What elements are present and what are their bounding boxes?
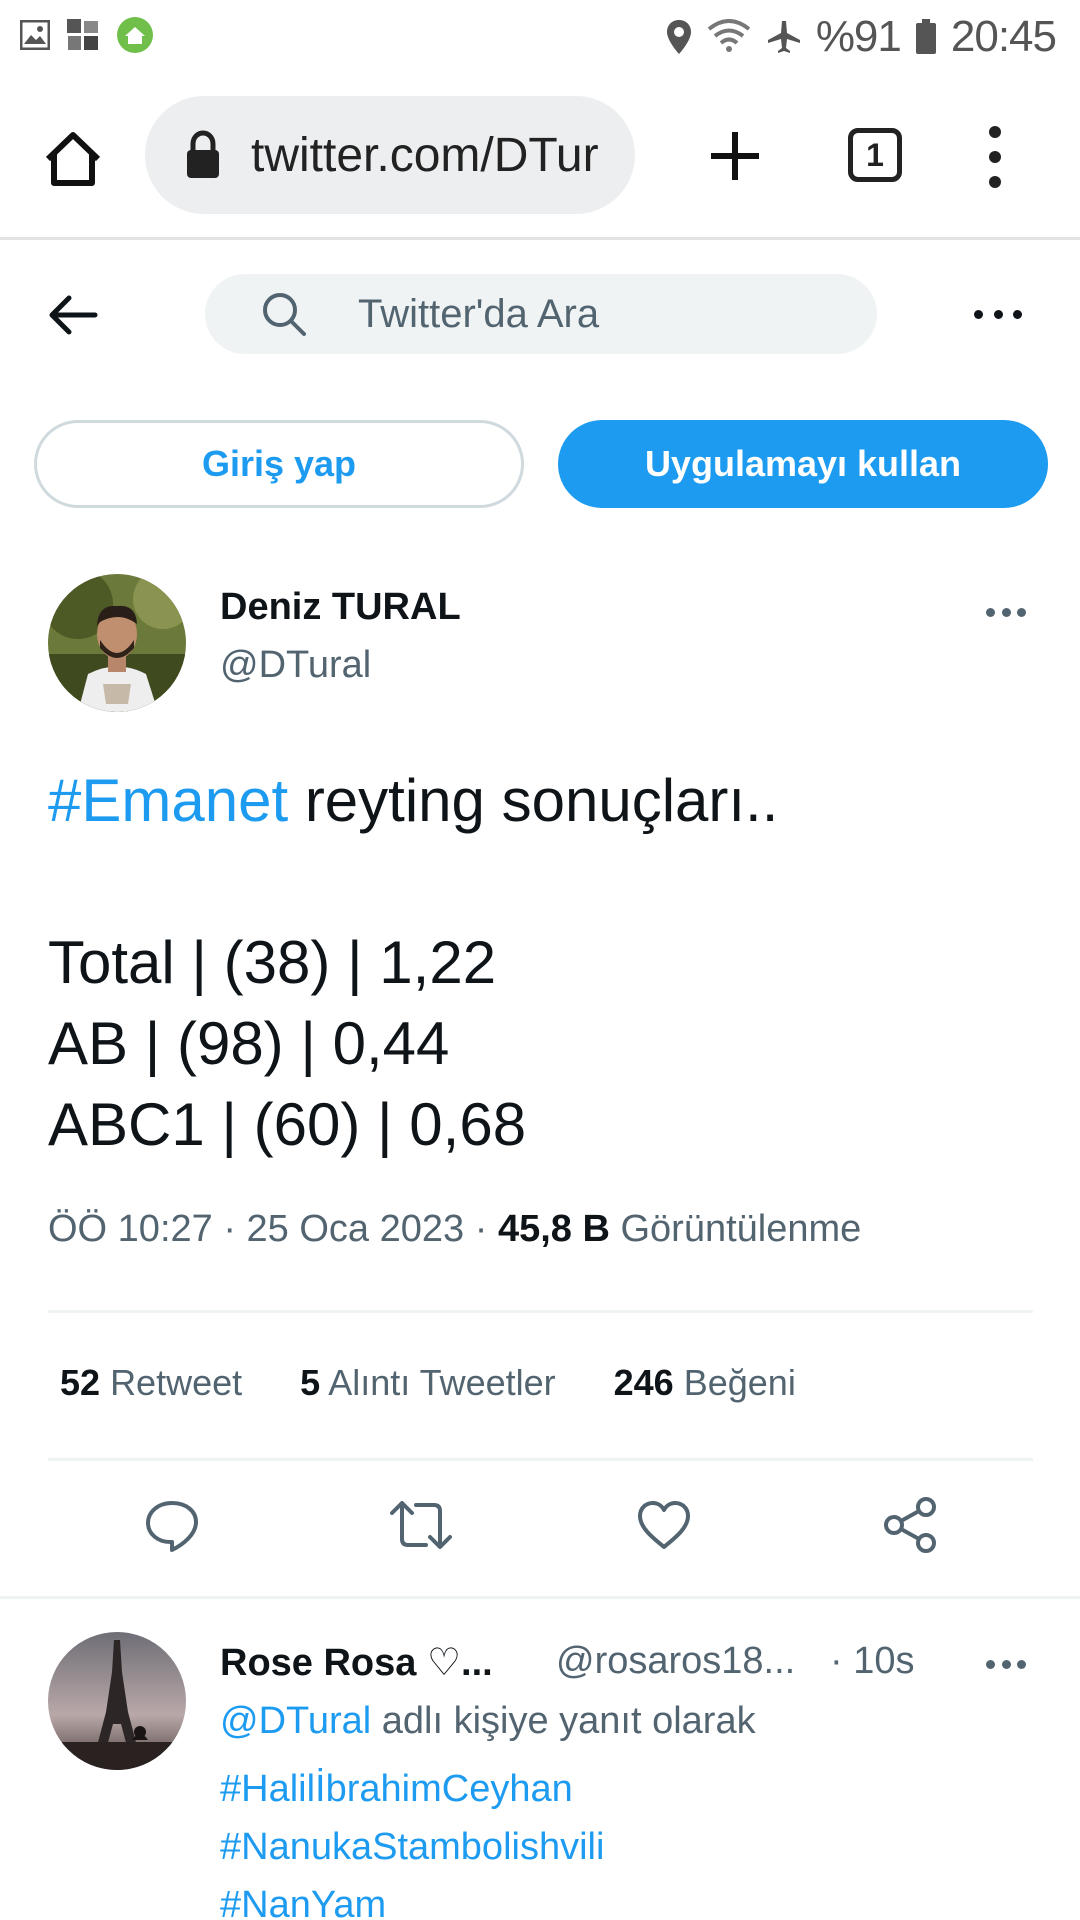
- author-avatar[interactable]: [48, 574, 186, 712]
- tweet-time[interactable]: ÖÖ 10:27: [48, 1208, 213, 1250]
- author-handle[interactable]: @DTural: [220, 644, 371, 687]
- tab-count: 1: [866, 136, 884, 173]
- tweet-actions: [48, 1495, 1033, 1565]
- search-bar[interactable]: [205, 274, 877, 354]
- mention-link[interactable]: @DTural: [220, 1700, 371, 1742]
- address-bar[interactable]: twitter.com/DTur: [145, 96, 635, 214]
- hashtag-link[interactable]: #Emanet: [48, 767, 288, 834]
- home-app-icon: [117, 17, 153, 53]
- divider: [48, 1310, 1033, 1313]
- more-dot: [993, 309, 1003, 319]
- tweet-headline-text: reyting sonuçları..: [288, 767, 779, 834]
- tweet-date[interactable]: 25 Oca 2023: [247, 1208, 465, 1250]
- like-button[interactable]: [634, 1495, 694, 1555]
- battery-percent: %91: [815, 12, 902, 61]
- url-text: twitter.com/DTur: [251, 128, 599, 182]
- use-app-button[interactable]: Uygulamayı kullan: [558, 420, 1048, 508]
- hashtag-link[interactable]: #NanukaStambolishvili: [220, 1818, 604, 1876]
- hashtag-link[interactable]: #HalilİbrahimCeyhan: [220, 1760, 604, 1818]
- tweet-line: AB | (98) | 0,44: [48, 1010, 450, 1077]
- location-icon: [666, 20, 691, 54]
- twitter-header: [0, 240, 1080, 390]
- mosaic-app-icon: [67, 19, 98, 50]
- more-dot: [1017, 1659, 1026, 1669]
- more-dot: [1001, 607, 1011, 617]
- tweet-line: ABC1 | (60) | 0,68: [48, 1091, 527, 1158]
- more-dot: [974, 309, 983, 319]
- tweet-body: #Emanet reyting sonuçları.. Total | (38)…: [48, 760, 1048, 1165]
- share-icon: [884, 1497, 936, 1553]
- reply-avatar[interactable]: [48, 1632, 186, 1770]
- like-count: 246: [613, 1362, 674, 1403]
- heart-icon: [638, 1501, 690, 1549]
- more-dot: [1013, 309, 1022, 319]
- more-dot: [986, 607, 995, 617]
- more-dot: [1001, 1659, 1011, 1669]
- retweet-button[interactable]: [388, 1495, 452, 1555]
- view-count: 45,8 B: [497, 1208, 610, 1250]
- view-label: Görüntülenme: [620, 1208, 862, 1250]
- clock: 20:45: [950, 12, 1057, 61]
- retweet-count: 52: [60, 1362, 101, 1403]
- menu-dot: [989, 151, 1001, 163]
- more-dot: [1017, 607, 1026, 617]
- lock-icon: [187, 130, 219, 178]
- quote-count: 5: [300, 1362, 321, 1403]
- tweet-stats: 52 Retweet 5 Alıntı Tweetler 246 Beğeni: [60, 1362, 854, 1404]
- status-bar: %91 20:45: [0, 0, 1080, 76]
- new-tab-button[interactable]: [705, 126, 765, 186]
- browser-toolbar: twitter.com/DTur 1: [0, 76, 1080, 240]
- reply-icon: [146, 1501, 198, 1552]
- more-dot: [986, 1659, 995, 1669]
- home-button[interactable]: [40, 126, 106, 192]
- retweet-icon: [390, 1501, 452, 1549]
- login-button[interactable]: Giriş yap: [34, 420, 524, 508]
- airplane-icon: [767, 21, 800, 53]
- browser-menu-button[interactable]: [985, 126, 1005, 188]
- reply-author-name[interactable]: Rose Rosa ♡...: [220, 1640, 493, 1685]
- replying-to: @DTural adlı kişiye yanıt olarak: [220, 1700, 756, 1743]
- reply-time[interactable]: · 10s: [830, 1640, 914, 1683]
- like-stat[interactable]: 246 Beğeni: [614, 1362, 796, 1404]
- tweet-line: Total | (38) | 1,22: [48, 929, 497, 996]
- menu-dot: [989, 126, 1001, 138]
- divider: [0, 1596, 1080, 1599]
- plus-icon: [711, 132, 759, 180]
- divider: [48, 1458, 1033, 1461]
- like-label: Beğeni: [683, 1362, 796, 1403]
- reply-more-button[interactable]: [986, 1658, 1026, 1670]
- menu-dot: [989, 176, 1001, 188]
- reply-button[interactable]: [142, 1495, 202, 1555]
- author-name[interactable]: Deniz TURAL: [220, 586, 461, 629]
- tab-switcher-button[interactable]: 1: [848, 128, 902, 182]
- share-button[interactable]: [880, 1495, 940, 1555]
- replying-to-label: adlı kişiye yanıt olarak: [381, 1700, 756, 1742]
- quote-label: Alıntı Tweetler: [328, 1362, 556, 1403]
- reply-hashtags: #HalilİbrahimCeyhan #NanukaStambolishvil…: [220, 1760, 604, 1920]
- wifi-icon: [707, 19, 751, 52]
- retweet-label: Retweet: [110, 1362, 243, 1403]
- tweet-more-button[interactable]: [986, 606, 1026, 618]
- search-input[interactable]: [358, 291, 838, 337]
- quote-stat[interactable]: 5 Alıntı Tweetler: [300, 1362, 556, 1404]
- tweet-meta: ÖÖ 10:27 · 25 Oca 2023 · 45,8 B Görüntül…: [48, 1208, 862, 1250]
- hashtag-link[interactable]: #NanYam: [220, 1876, 604, 1920]
- battery-icon: [915, 19, 936, 54]
- retweet-stat[interactable]: 52 Retweet: [60, 1362, 242, 1404]
- back-button[interactable]: [45, 290, 101, 340]
- back-arrow-icon: [49, 295, 98, 335]
- image-icon: [20, 20, 50, 50]
- reply-author-handle[interactable]: @rosaros18...: [556, 1640, 795, 1683]
- search-icon: [263, 293, 306, 336]
- more-options-button[interactable]: [974, 306, 1022, 322]
- tweet-headline: #Emanet reyting sonuçları..: [48, 760, 1048, 841]
- home-icon: [45, 132, 101, 186]
